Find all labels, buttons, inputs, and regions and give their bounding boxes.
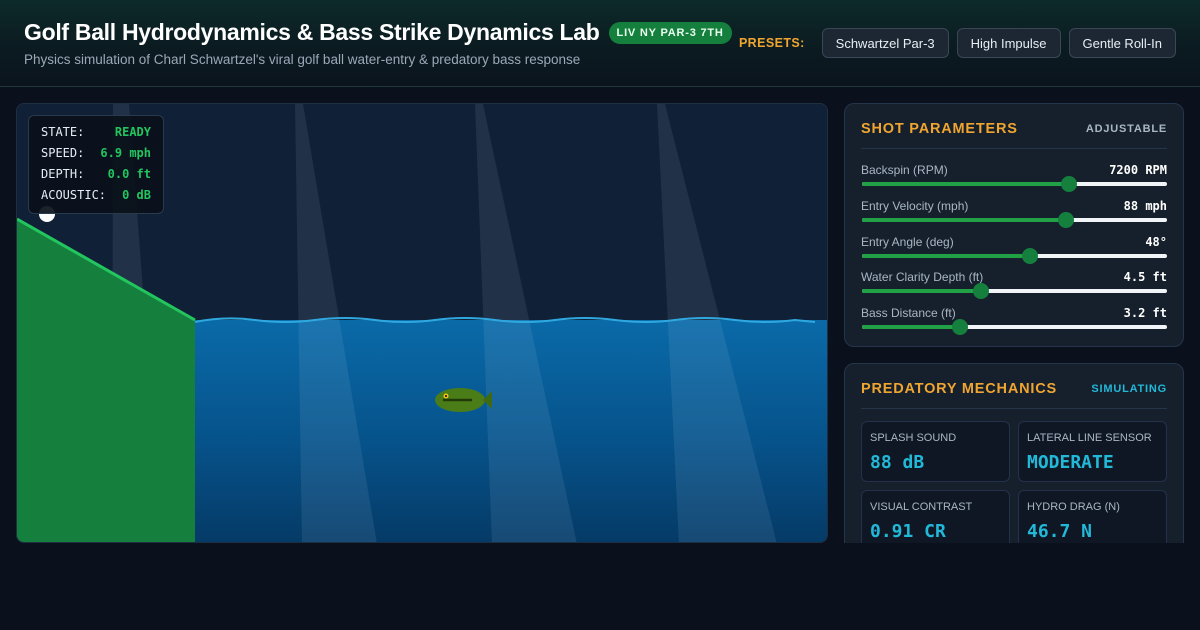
hud-speed-value: 6.9 mph (100, 146, 151, 160)
page-footer-area (0, 543, 1200, 630)
predatory-mechanics-panel: PREDATORY MECHANICS SIMULATING SPLASH SO… (844, 363, 1184, 553)
slider-thumb[interactable] (951, 319, 968, 335)
metric-label: LATERAL LINE SENSOR (1027, 432, 1152, 444)
metric-splash-sound: SPLASH SOUND 88 dB (861, 421, 1010, 482)
preset-gentle-roll-in-button[interactable]: Gentle Roll-In (1068, 28, 1176, 58)
presets-label: PRESETS: (738, 36, 805, 50)
simulation-viewport[interactable]: STATE: READY SPEED: 6.9 mph DEPTH: 0.0 f… (16, 103, 828, 543)
hud-acoustic-value: 0 dB (122, 188, 151, 202)
bass-pupil (445, 395, 447, 397)
app-header: Golf Ball Hydrodynamics & Bass Strike Dy… (0, 0, 1200, 87)
param-label: Bass Distance (ft) (861, 306, 956, 320)
param-label: Entry Angle (deg) (861, 235, 954, 249)
hud-row-speed: SPEED: 6.9 mph (41, 146, 151, 167)
param-label: Water Clarity Depth (ft) (861, 270, 984, 284)
water-clarity-slider[interactable] (862, 283, 1167, 299)
metric-lateral-line: LATERAL LINE SENSOR MODERATE (1018, 421, 1167, 482)
metric-visual-contrast: VISUAL CONTRAST 0.91 CR (861, 490, 1010, 551)
hud-depth-label: DEPTH: (41, 167, 85, 181)
hud-acoustic-label: ACOUSTIC: (41, 188, 107, 202)
hud-state-label: STATE: (41, 125, 85, 139)
slider-thumb[interactable] (1021, 248, 1038, 264)
slider-fill (862, 289, 981, 293)
slider-fill (862, 254, 1030, 258)
metric-label: SPLASH SOUND (870, 432, 957, 444)
status-hud: STATE: READY SPEED: 6.9 mph DEPTH: 0.0 f… (28, 115, 164, 214)
location-badge: LIV NY PAR-3 7TH (608, 21, 732, 44)
param-value: 3.2 ft (1123, 306, 1167, 320)
slider-thumb[interactable] (1058, 212, 1075, 228)
predatory-mechanics-title: PREDATORY MECHANICS (861, 381, 1057, 397)
shot-parameters-panel: SHOT PARAMETERS ADJUSTABLE Backspin (RPM… (844, 103, 1184, 347)
metric-hydro-drag: HYDRO DRAG (N) 46.7 N (1018, 490, 1167, 551)
param-water-clarity: Water Clarity Depth (ft) 4.5 ft (861, 270, 1167, 306)
slider-fill (862, 218, 1067, 222)
param-entry-angle: Entry Angle (deg) 48° (861, 235, 1167, 271)
param-value: 48° (1145, 235, 1167, 249)
metric-value: MODERATE (1027, 452, 1114, 473)
param-value: 88 mph (1123, 199, 1167, 213)
param-value: 7200 RPM (1109, 163, 1167, 177)
metric-label: HYDRO DRAG (N) (1027, 501, 1120, 513)
entry-velocity-slider[interactable] (862, 212, 1167, 228)
simulating-tag: SIMULATING (1091, 383, 1167, 395)
hud-row-state: STATE: READY (41, 125, 151, 146)
param-bass-distance: Bass Distance (ft) 3.2 ft (861, 306, 1167, 342)
slider-thumb[interactable] (972, 283, 989, 299)
bass-distance-slider[interactable] (862, 319, 1167, 335)
title-row: Golf Ball Hydrodynamics & Bass Strike Dy… (24, 19, 732, 46)
slider-thumb[interactable] (1061, 176, 1078, 192)
metric-label: VISUAL CONTRAST (870, 501, 973, 513)
param-label: Entry Velocity (mph) (861, 199, 969, 213)
entry-angle-slider[interactable] (862, 248, 1167, 264)
adjustable-tag: ADJUSTABLE (1085, 123, 1167, 135)
presets-bar: PRESETS: Schwartzel Par-3 High Impulse G… (739, 28, 1176, 58)
preset-high-impulse-button[interactable]: High Impulse (956, 28, 1061, 58)
hud-row-depth: DEPTH: 0.0 ft (41, 167, 151, 188)
metric-value: 88 dB (870, 452, 925, 473)
hud-speed-label: SPEED: (41, 146, 85, 160)
page-subtitle: Physics simulation of Charl Schwartzel's… (24, 52, 581, 67)
hud-depth-value: 0.0 ft (107, 167, 151, 181)
preset-schwartzel-button[interactable]: Schwartzel Par-3 (821, 28, 949, 58)
param-label: Backspin (RPM) (861, 163, 948, 177)
hud-state-value: READY (114, 125, 151, 139)
backspin-slider[interactable] (862, 176, 1167, 192)
shot-parameters-title: SHOT PARAMETERS (861, 121, 1018, 137)
slider-fill (862, 325, 960, 329)
param-backspin: Backspin (RPM) 7200 RPM (861, 163, 1167, 199)
hud-row-acoustic: ACOUSTIC: 0 dB (41, 188, 151, 209)
metric-value: 0.91 CR (870, 521, 946, 542)
param-entry-velocity: Entry Velocity (mph) 88 mph (861, 199, 1167, 235)
slider-fill (862, 182, 1070, 186)
page-title: Golf Ball Hydrodynamics & Bass Strike Dy… (24, 19, 600, 45)
predatory-mechanics-header: PREDATORY MECHANICS SIMULATING (861, 364, 1167, 409)
metric-value: 46.7 N (1027, 521, 1093, 542)
param-value: 4.5 ft (1123, 270, 1167, 284)
shot-parameters-header: SHOT PARAMETERS ADJUSTABLE (861, 104, 1167, 149)
